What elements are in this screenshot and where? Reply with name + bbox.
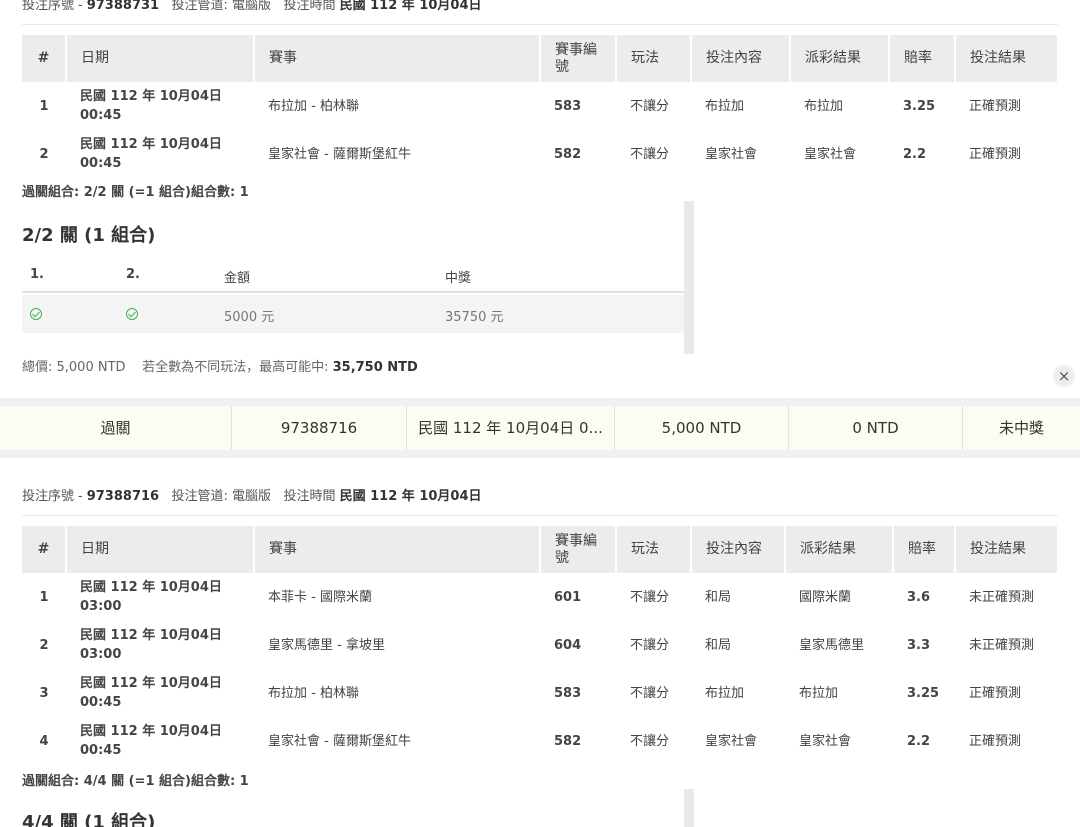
divider	[22, 515, 1058, 516]
summary-date: 民國 112 年 10月04日 0...	[407, 406, 615, 450]
summary-payout: 0 NTD	[789, 406, 963, 450]
col-index: #	[22, 35, 67, 82]
col-match: 賽事	[254, 35, 541, 82]
bet1-total-line: 總價: 5,000 NTD 若全數為不同玩法，最高可能中: 35,750 NTD	[22, 360, 418, 375]
check-circle-icon	[30, 308, 42, 320]
max-payout: 35,750 NTD	[332, 360, 418, 375]
close-button[interactable]: ×	[1053, 365, 1075, 387]
col-code: 賽事編號	[540, 35, 617, 82]
table-row: 4 民國 112 年 10月04日 00:45 皇家社會 - 薩爾斯堡紅牛 582…	[39, 724, 1022, 758]
bet2-combo-title: 4/4 關 (1 組合)	[22, 812, 156, 827]
combo-scrollbar[interactable]	[684, 789, 694, 827]
bet1-combo-table: 1. 2. 金額 中獎 5000 元 35750 元	[22, 257, 684, 333]
col-odds: 賠率	[893, 526, 956, 573]
col-result: 投注結果	[955, 526, 1059, 573]
bet1-table: # 日期 賽事 賽事編號 玩法 投注內容 派彩結果 賠率 投注結果 1 民國 1…	[22, 35, 1059, 178]
col-date: 日期	[66, 526, 255, 573]
col-result: 投注結果	[955, 35, 1059, 82]
table-header: # 日期 賽事 賽事編號 玩法 投注內容 派彩結果 賠率 投注結果	[22, 35, 1059, 82]
bet1-combo-title: 2/2 關 (1 組合)	[22, 225, 156, 246]
table-row: 2 民國 112 年 10月04日 00:45 皇家社會 - 薩爾斯堡紅牛 582…	[39, 137, 1022, 171]
col-outcome: 派彩結果	[785, 526, 894, 573]
col-date: 日期	[66, 35, 255, 82]
bet-summary-bar: 過關 97388716 民國 112 年 10月04日 0... 5,000 N…	[0, 398, 1080, 458]
table-row: 1 民國 112 年 10月04日 00:45 布拉加 - 柏林聯 583 不讓分…	[39, 89, 1022, 123]
check-circle-icon	[126, 308, 138, 320]
combo-header: 1. 2. 金額 中獎	[22, 257, 684, 293]
combo-row: 5000 元 35750 元	[22, 295, 684, 333]
combo-prize: 35750 元	[445, 310, 504, 325]
bet1-meta-line: 投注序號 -97388731 投注管道: 電腦版 投注時間 民國 112 年 10…	[22, 0, 482, 13]
table-row: 1 民國 112 年 10月04日 03:00 本菲卡 - 國際米蘭 601 不讓…	[39, 580, 1035, 614]
col-odds: 賠率	[889, 35, 956, 82]
bet2-meta-line: 投注序號 -97388716 投注管道: 電腦版 投注時間 民國 112 年 10…	[22, 489, 482, 504]
col-pick: 投注內容	[691, 35, 791, 82]
bet2-serial: 97388716	[86, 489, 160, 504]
combo-scrollbar[interactable]	[684, 201, 694, 354]
table-row: 2 民國 112 年 10月04日 03:00 皇家馬德里 - 拿坡里 604 不…	[39, 628, 1035, 662]
col-code: 賽事編號	[540, 526, 617, 573]
bet2-combo-summary: 過關組合: 4/4 關 (=1 組合)組合數: 1	[22, 774, 249, 789]
table-row: 3 民國 112 年 10月04日 00:45 布拉加 - 柏林聯 583 不讓分…	[39, 676, 1022, 710]
col-outcome: 派彩結果	[790, 35, 890, 82]
bet1-combo-summary: 過關組合: 2/2 關 (=1 組合)組合數: 1	[22, 185, 249, 200]
bet-summary-row[interactable]: 過關 97388716 民國 112 年 10月04日 0... 5,000 N…	[0, 406, 1080, 450]
col-index: #	[22, 526, 67, 573]
summary-type: 過關	[0, 406, 232, 450]
bet1-serial: 97388731	[86, 0, 160, 13]
summary-status: 未中獎	[998, 419, 1044, 437]
col-pick: 投注內容	[691, 526, 786, 573]
bet2-table: # 日期 賽事 賽事編號 玩法 投注內容 派彩結果 賠率 投注結果 1 民國 1…	[22, 526, 1059, 765]
col-play: 玩法	[616, 526, 692, 573]
col-match: 賽事	[254, 526, 541, 573]
divider	[22, 24, 1058, 25]
combo-amount: 5000 元	[224, 310, 275, 325]
summary-serial: 97388716	[232, 406, 407, 450]
summary-stake: 5,000 NTD	[615, 406, 789, 450]
col-play: 玩法	[616, 35, 692, 82]
table-header: # 日期 賽事 賽事編號 玩法 投注內容 派彩結果 賠率 投注結果	[22, 526, 1059, 573]
